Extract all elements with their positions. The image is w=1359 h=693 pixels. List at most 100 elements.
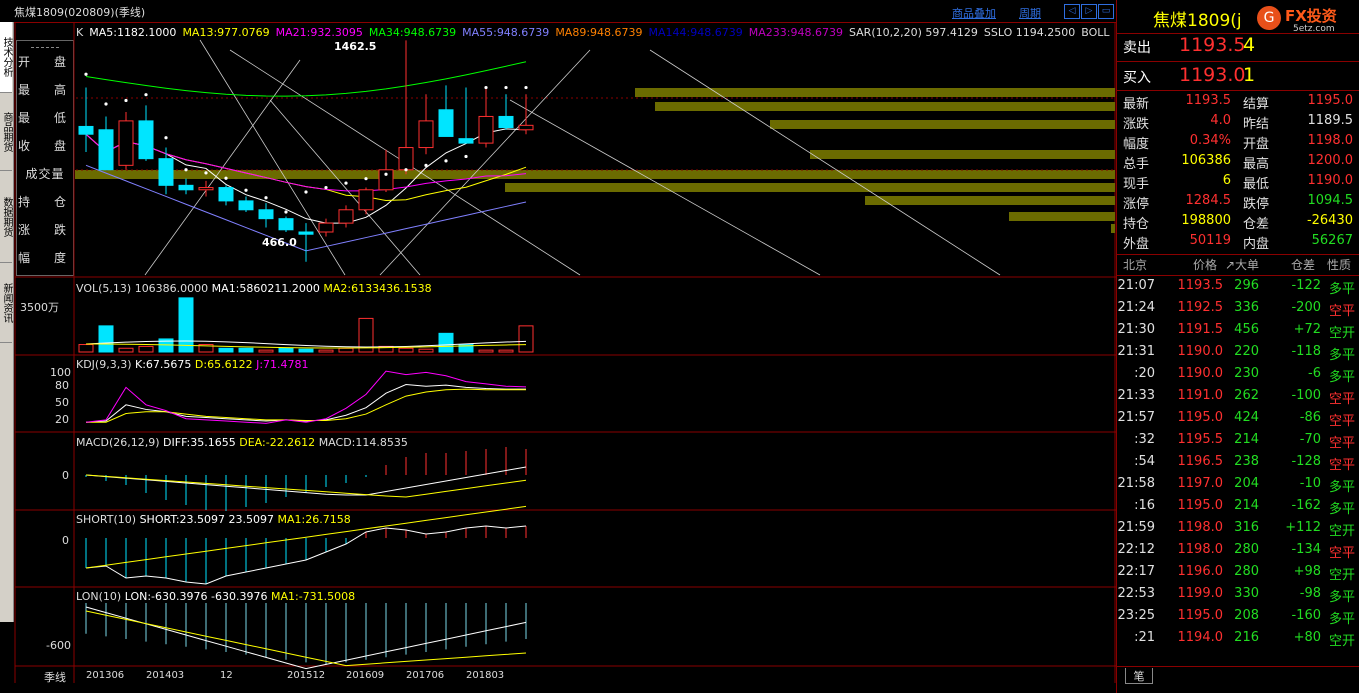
tick-row[interactable]: 21:59 1198.0 316 +112 空开 <box>1117 520 1359 540</box>
tick-oi-change: +72 <box>1293 322 1321 337</box>
tick-type: 空开 <box>1328 634 1355 649</box>
field-value: 1190.0 <box>1307 173 1354 188</box>
field-value: 56267 <box>1311 233 1353 248</box>
tick-row[interactable]: :21 1194.0 216 +80 空开 <box>1117 630 1359 650</box>
sar-dot <box>124 98 128 103</box>
instrument-code-suffix: (j <box>1230 11 1242 31</box>
volume-bar <box>418 348 434 353</box>
kdj-k: K:67.5675 <box>135 358 192 371</box>
tab-trades[interactable]: 笔 <box>1125 668 1153 684</box>
sar-dot <box>404 168 408 172</box>
tick-oi-change: -100 <box>1291 388 1321 403</box>
indicator-value: MA233:948.6739 <box>748 26 843 39</box>
field-value: 1200.0 <box>1307 153 1354 168</box>
tick-price: 1196.0 <box>1177 564 1224 579</box>
tick-row[interactable]: 21:31 1190.0 220 -118 多平 <box>1117 344 1359 364</box>
vol-label: VOL(5,13) 106386.0000 <box>76 282 209 295</box>
volume-bar <box>318 349 334 353</box>
volume-bar <box>78 344 94 353</box>
field-label: 幅度 <box>1123 137 1150 152</box>
sar-dot <box>304 190 308 194</box>
indicator-value: MA89:948.6739 <box>555 26 643 39</box>
sar-dot <box>464 154 468 159</box>
tick-volume: 204 <box>1234 476 1259 491</box>
candle-body <box>398 147 414 171</box>
candle-body <box>138 120 154 160</box>
volume-bar <box>98 325 114 353</box>
volume-bar <box>518 325 534 353</box>
kdj-j-line <box>85 370 527 424</box>
volume-profile-bar <box>505 183 1115 192</box>
tick-volume: 230 <box>1234 366 1259 381</box>
sar-dot <box>144 93 148 97</box>
tick-row[interactable]: 21:07 1193.5 296 -122 多平 <box>1117 278 1359 298</box>
lon-value: LON:-630.3976 <box>124 590 208 603</box>
tick-type: 空平 <box>1328 414 1355 429</box>
macd-ytick: 0 <box>62 469 69 482</box>
short-title: SHORT(10) SHORT:23.5097 23.5097 MA1:26.7… <box>76 513 351 526</box>
vol-ma1: MA1:5860211.2000 <box>211 282 320 295</box>
indicator-value: MA5:1182.1000 <box>89 26 177 39</box>
tick-type: 多平 <box>1328 370 1355 385</box>
tick-row[interactable]: :54 1196.5 238 -128 空平 <box>1117 454 1359 474</box>
candle-body <box>298 231 314 235</box>
candle-body <box>358 189 374 211</box>
tick-row[interactable]: :20 1190.0 230 -6 多平 <box>1117 366 1359 386</box>
tick-row[interactable]: 22:12 1198.0 280 -134 空平 <box>1117 542 1359 562</box>
tick-oi-change: -160 <box>1291 608 1321 623</box>
volume-profile-bar <box>75 170 1115 179</box>
tick-row[interactable]: 22:17 1196.0 280 +98 空开 <box>1117 564 1359 584</box>
field-value: -26430 <box>1306 213 1353 228</box>
candle-body <box>218 187 234 202</box>
high-price-mark: 1462.5 <box>334 40 377 53</box>
macd-diff: DIFF:35.1655 <box>163 436 236 449</box>
tick-oi-change: -98 <box>1299 586 1321 601</box>
vol-title: VOL(5,13) 106386.0000 MA1:5860211.2000 M… <box>76 282 432 295</box>
volume-bar <box>258 349 274 353</box>
field-value: 1193.5 <box>1185 93 1232 108</box>
tick-row[interactable]: 22:53 1199.0 330 -98 多平 <box>1117 586 1359 606</box>
indicator-value: BOLL <box>1081 26 1110 39</box>
sar-dot <box>324 185 328 190</box>
candle-body <box>278 218 294 231</box>
sar-dot <box>504 85 508 90</box>
x-tick: 12 <box>220 670 233 681</box>
tick-volume: 330 <box>1234 586 1259 601</box>
candle-body <box>258 209 274 220</box>
tick-oi-change: -200 <box>1291 300 1321 315</box>
main-indicator-line: K MA5:1182.1000 MA13:977.0769 MA21:932.3095… <box>76 26 1116 39</box>
tick-volume: 238 <box>1234 454 1259 469</box>
field-value: 4.0 <box>1210 113 1231 128</box>
tick-row[interactable]: :32 1195.5 214 -70 空平 <box>1117 432 1359 452</box>
tick-row[interactable]: 21:57 1195.0 424 -86 空平 <box>1117 410 1359 430</box>
volume-bar <box>478 349 494 353</box>
tick-row[interactable]: 21:58 1197.0 204 -10 多平 <box>1117 476 1359 496</box>
tick-oi-change: -134 <box>1291 542 1321 557</box>
tick-volume: 214 <box>1234 432 1259 447</box>
lon-ytick: -600 <box>46 639 71 652</box>
tick-row[interactable]: 21:24 1192.5 336 -200 空平 <box>1117 300 1359 320</box>
tick-price: 1195.0 <box>1177 498 1224 513</box>
lon-ma: MA1:-731.5008 <box>270 590 356 603</box>
tick-row[interactable]: :16 1195.0 214 -162 多平 <box>1117 498 1359 518</box>
volume-bar <box>298 348 314 353</box>
x-tick: 201512 <box>287 670 326 681</box>
tick-volume: 456 <box>1234 322 1259 337</box>
tick-row[interactable]: 21:33 1191.0 262 -100 空平 <box>1117 388 1359 408</box>
quote-field-row: 幅度 0.34% 开盘 1198.0 <box>1117 132 1359 152</box>
tick-time: 21:58 <box>1117 476 1155 491</box>
bid-label: 买入 <box>1123 70 1151 86</box>
volume-profile-bar <box>635 88 1115 97</box>
tick-row[interactable]: 21:30 1191.5 456 +72 空开 <box>1117 322 1359 342</box>
indicator-value: MA13:977.0769 <box>182 26 270 39</box>
sar-dot <box>524 85 528 90</box>
tick-oi-change: -6 <box>1308 366 1321 381</box>
tick-price: 1196.5 <box>1177 454 1224 469</box>
tick-row[interactable]: 23:25 1195.0 208 -160 多平 <box>1117 608 1359 628</box>
tick-type: 多平 <box>1328 480 1355 495</box>
volume-bar <box>398 347 414 353</box>
tick-volume: 262 <box>1234 388 1259 403</box>
tick-oi-change: +98 <box>1293 564 1321 579</box>
indicator-value: SSLO 1194.2500 <box>983 26 1076 39</box>
chart-canvas[interactable] <box>0 0 1116 683</box>
